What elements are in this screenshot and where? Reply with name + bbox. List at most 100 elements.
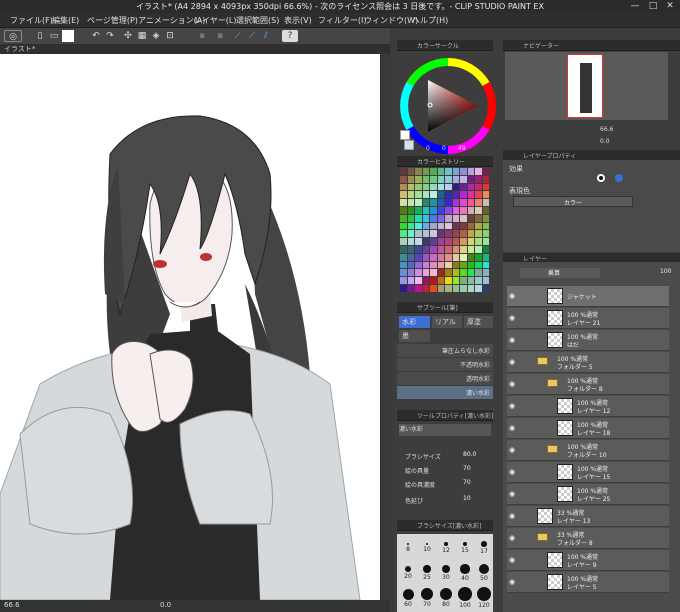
color-swatch[interactable]	[445, 238, 452, 245]
color-swatch[interactable]	[422, 214, 429, 222]
color-swatch[interactable]	[452, 207, 459, 214]
brush-item[interactable]: 不透明水彩	[397, 358, 493, 372]
main-color-swatch[interactable]	[400, 130, 410, 140]
color-swatch[interactable]	[475, 191, 482, 199]
color-swatch[interactable]	[422, 246, 429, 253]
color-swatch[interactable]	[475, 246, 482, 253]
layer-opacity[interactable]: 100	[660, 268, 671, 275]
prop-brush-size[interactable]: ブラシサイズ 80.0	[397, 450, 493, 462]
color-swatch[interactable]	[430, 253, 437, 261]
color-swatch[interactable]	[407, 168, 414, 175]
color-swatch[interactable]	[437, 253, 444, 261]
blend-mode-select[interactable]: 乗算	[520, 268, 600, 278]
color-swatch[interactable]	[467, 253, 474, 261]
color-swatch[interactable]	[437, 175, 444, 183]
color-swatch[interactable]	[475, 207, 482, 214]
color-swatch[interactable]	[482, 230, 489, 238]
color-swatch[interactable]	[430, 238, 437, 245]
color-swatch[interactable]	[475, 277, 482, 284]
color-swatch[interactable]	[445, 277, 452, 284]
color-swatch[interactable]	[400, 175, 407, 183]
visibility-eye-icon[interactable]: ◉	[509, 534, 517, 542]
color-swatch[interactable]	[475, 199, 482, 206]
color-swatch[interactable]	[407, 238, 414, 245]
color-swatch[interactable]	[475, 269, 482, 277]
layer-row[interactable]: ◉ ジャケット	[507, 286, 669, 307]
visibility-eye-icon[interactable]: ◉	[509, 424, 517, 432]
brush-size-option[interactable]: 70	[419, 586, 435, 608]
color-swatch[interactable]	[482, 214, 489, 222]
color-swatch[interactable]	[460, 261, 467, 269]
visibility-eye-icon[interactable]: ◉	[509, 490, 517, 498]
color-swatch[interactable]	[445, 222, 452, 230]
color-swatch[interactable]	[482, 261, 489, 269]
color-swatch[interactable]	[422, 230, 429, 238]
color-swatch[interactable]	[475, 253, 482, 261]
color-swatch[interactable]	[437, 277, 444, 284]
color-swatch[interactable]	[415, 277, 422, 284]
color-swatch[interactable]	[460, 199, 467, 206]
color-swatch[interactable]	[460, 207, 467, 214]
menu-file[interactable]: ファイル(F)	[10, 15, 53, 26]
color-swatch[interactable]	[407, 261, 414, 269]
color-swatch[interactable]	[475, 214, 482, 222]
color-wheel-panel-header[interactable]: カラーサークル	[397, 40, 493, 51]
color-swatch[interactable]	[400, 168, 407, 175]
color-swatch[interactable]	[437, 261, 444, 269]
navigator-zoom[interactable]: 66.6	[600, 126, 613, 133]
color-swatch[interactable]	[475, 183, 482, 191]
color-swatch[interactable]	[482, 246, 489, 253]
color-swatch[interactable]	[482, 183, 489, 191]
color-swatch[interactable]	[437, 191, 444, 199]
sub-color-swatch[interactable]	[404, 140, 414, 150]
rotation-readout[interactable]: 0.0	[160, 601, 171, 609]
color-swatch[interactable]	[430, 261, 437, 269]
color-wheel[interactable]	[400, 58, 496, 154]
color-swatch[interactable]	[415, 253, 422, 261]
color-swatch[interactable]	[467, 207, 474, 214]
layer-row[interactable]: ◉ 100 %通常 レイヤー 5	[507, 572, 669, 593]
brush-size-option[interactable]: 10	[419, 536, 435, 558]
color-swatch[interactable]	[415, 199, 422, 206]
fill-icon[interactable]: ◈	[150, 30, 162, 42]
color-swatch[interactable]	[422, 183, 429, 191]
color-swatch[interactable]	[445, 269, 452, 277]
subtool-panel-header[interactable]: サブツール[筆]	[397, 302, 493, 313]
color-swatch[interactable]	[460, 222, 467, 230]
color-swatch[interactable]	[400, 214, 407, 222]
color-swatch[interactable]	[460, 183, 467, 191]
zoom-readout[interactable]: 66.6	[4, 601, 20, 609]
clip-logo-icon[interactable]: ◎	[4, 30, 22, 42]
color-swatch[interactable]	[422, 222, 429, 230]
minimize-button[interactable]: —	[628, 1, 642, 12]
menu-edit[interactable]: 編集(E)	[52, 15, 79, 26]
color-swatch[interactable]	[422, 238, 429, 245]
visibility-eye-icon[interactable]: ◉	[509, 446, 517, 454]
color-swatch[interactable]	[452, 269, 459, 277]
color-swatch[interactable]	[445, 253, 452, 261]
color-swatch[interactable]	[430, 183, 437, 191]
color-history-panel-header[interactable]: カラーヒストリー	[397, 156, 493, 167]
color-swatch[interactable]	[445, 230, 452, 238]
color-swatch[interactable]	[407, 222, 414, 230]
color-swatch[interactable]	[482, 199, 489, 206]
color-swatch[interactable]	[460, 175, 467, 183]
color-swatch[interactable]	[482, 207, 489, 214]
color-swatch[interactable]	[482, 277, 489, 284]
color-swatch[interactable]	[430, 277, 437, 284]
color-swatch[interactable]	[460, 191, 467, 199]
color-swatch[interactable]	[430, 222, 437, 230]
color-swatch[interactable]	[452, 175, 459, 183]
menu-selection[interactable]: 選択範囲(S)	[236, 15, 279, 26]
brush-size-option[interactable]: 20	[400, 561, 416, 583]
color-swatch[interactable]	[452, 285, 459, 292]
prop-paint-amount[interactable]: 絵の具量 70	[397, 464, 493, 476]
color-swatch[interactable]	[422, 199, 429, 206]
clear-icon[interactable]: ▦	[136, 30, 148, 42]
visibility-eye-icon[interactable]: ◉	[509, 336, 517, 344]
grid-snap-icon[interactable]: ⫽	[260, 30, 272, 42]
color-swatch[interactable]	[460, 238, 467, 245]
layer-row[interactable]: ◉ 100 %通常 レイヤー 9	[507, 550, 669, 571]
prop-paint-density[interactable]: 絵の具濃度 70	[397, 478, 493, 490]
color-swatch[interactable]	[415, 285, 422, 292]
